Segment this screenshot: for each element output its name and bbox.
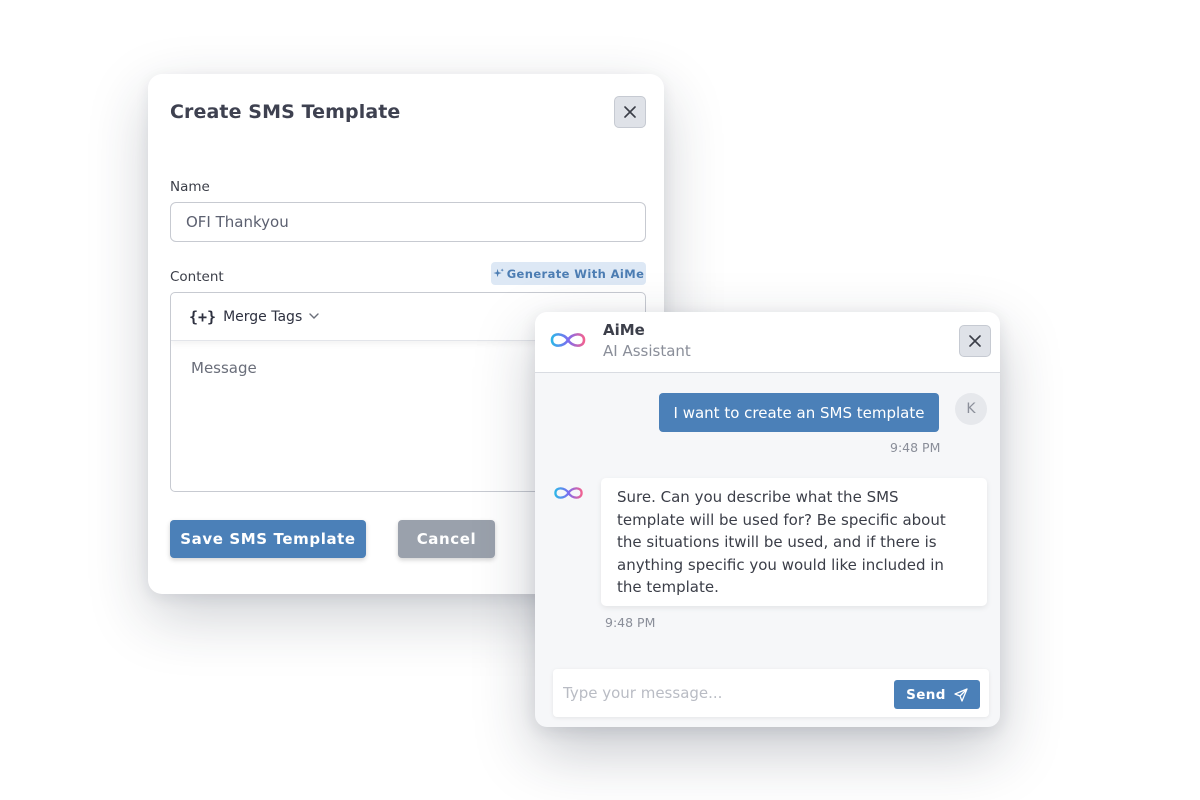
name-label: Name	[170, 179, 210, 195]
send-icon	[954, 687, 968, 702]
sparkle-icon	[493, 268, 504, 278]
name-input[interactable]	[170, 202, 646, 242]
cancel-button[interactable]: Cancel	[398, 520, 495, 558]
chat-composer: Send	[553, 669, 989, 717]
send-button[interactable]: Send	[894, 680, 980, 709]
close-icon	[969, 335, 981, 347]
save-sms-template-button[interactable]: Save SMS Template	[170, 520, 366, 558]
close-icon	[624, 106, 636, 118]
merge-tags-icon: {+}	[189, 307, 217, 326]
infinity-logo-icon	[550, 333, 586, 347]
assistant-role: AI Assistant	[603, 342, 691, 360]
content-label: Content	[170, 269, 224, 285]
chat-header: AiMe AI Assistant	[535, 312, 1000, 373]
generate-with-aime-label: Generate With AiMe	[506, 266, 645, 281]
chat-message-input[interactable]	[553, 669, 883, 717]
assistant-message-time: 9:48 PM	[605, 615, 656, 630]
chevron-down-icon	[309, 313, 319, 319]
assistant-message: Sure. Can you describe what the SMS temp…	[601, 478, 987, 606]
infinity-logo-icon	[554, 487, 583, 499]
aime-chat-panel: AiMe AI Assistant I want to create an SM…	[535, 312, 1000, 727]
chat-close-button[interactable]	[959, 325, 991, 357]
generate-with-aime-button[interactable]: Generate With AiMe	[491, 262, 646, 285]
user-message-time: 9:48 PM	[890, 440, 941, 455]
stage: Create SMS Template Name Content Generat…	[0, 0, 1200, 800]
message-placeholder: Message	[191, 359, 257, 377]
assistant-name: AiMe	[603, 321, 645, 339]
avatar: K	[955, 393, 987, 425]
modal-title: Create SMS Template	[170, 101, 401, 123]
user-message: I want to create an SMS template	[659, 393, 939, 432]
send-button-label: Send	[906, 686, 946, 703]
merge-tags-label: Merge Tags	[223, 308, 303, 325]
modal-close-button[interactable]	[614, 96, 646, 128]
